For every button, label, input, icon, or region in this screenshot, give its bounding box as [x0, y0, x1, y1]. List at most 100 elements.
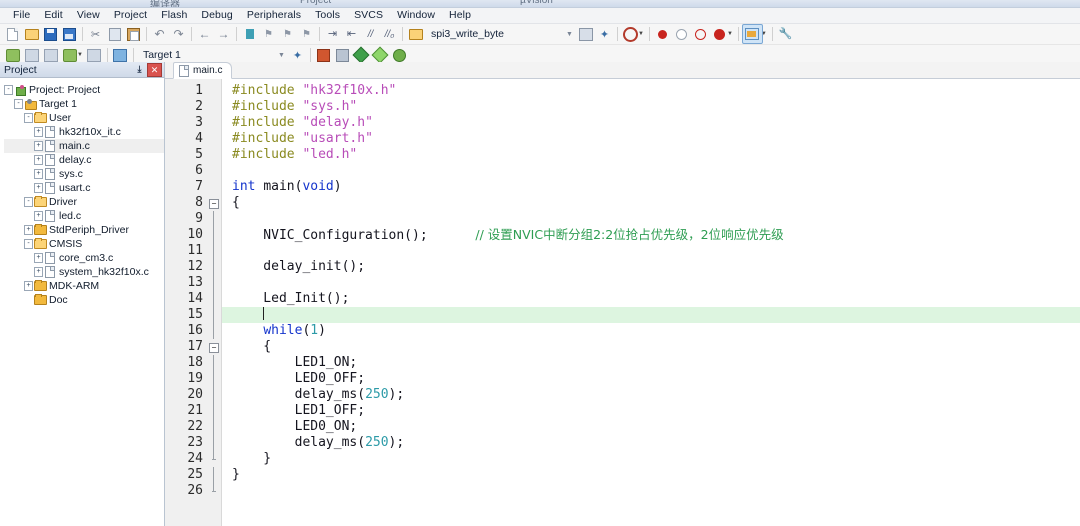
tree-expander[interactable]: -	[24, 237, 33, 251]
code-line[interactable]: LED0_ON;	[222, 419, 1080, 435]
code-line[interactable]	[222, 163, 1080, 179]
tree-expander[interactable]: +	[34, 167, 43, 181]
disable-breakpoint-button[interactable]	[672, 25, 691, 43]
tree-item-system-hk32f10x-c[interactable]: +system_hk32f10x.c	[4, 265, 164, 279]
kill-all-breakpoints-button[interactable]	[691, 25, 710, 43]
code-line[interactable]: LED0_OFF;	[222, 371, 1080, 387]
code-line[interactable]: #include "delay.h"	[222, 115, 1080, 131]
bookmark-toggle-button[interactable]	[240, 25, 259, 43]
navigate-forward-button[interactable]: →	[214, 25, 233, 43]
code-line[interactable]: LED1_ON;	[222, 355, 1080, 371]
code-line[interactable]	[222, 275, 1080, 291]
tree-expander[interactable]: +	[34, 265, 43, 279]
menu-item-view[interactable]: View	[70, 8, 107, 23]
tree-expander[interactable]: +	[34, 153, 43, 167]
code-line[interactable]: delay_ms(250);	[222, 387, 1080, 403]
code-line[interactable]: }	[222, 451, 1080, 467]
tree-item-cmsis[interactable]: -CMSIS	[4, 237, 164, 251]
menu-item-edit[interactable]: Edit	[37, 8, 70, 23]
browse-symbol-button[interactable]	[576, 25, 595, 43]
menu-item-flash[interactable]: Flash	[154, 8, 194, 23]
tree-item-project-project[interactable]: -Project: Project	[4, 83, 164, 97]
tree-item-stdperiph-driver[interactable]: +StdPeriph_Driver	[4, 223, 164, 237]
code-line[interactable]: while(1)	[222, 323, 1080, 339]
open-file-button[interactable]	[22, 25, 41, 43]
target-combo-arrow[interactable]: ▼	[275, 48, 288, 62]
tree-expander[interactable]: -	[4, 83, 13, 97]
tree-item-delay-c[interactable]: +delay.c	[4, 153, 164, 167]
debug-windows-button[interactable]	[742, 24, 763, 44]
tree-expander[interactable]: +	[34, 181, 43, 195]
code-line[interactable]: int main(void)	[222, 179, 1080, 195]
new-file-button[interactable]	[3, 25, 22, 43]
uncomment-button[interactable]: //₀	[380, 25, 399, 43]
undo-button[interactable]: ↶	[150, 25, 169, 43]
tree-expander[interactable]: +	[34, 209, 43, 223]
tree-expander[interactable]: +	[24, 223, 33, 237]
comment-button[interactable]: //	[361, 25, 380, 43]
tree-item-driver[interactable]: -Driver	[4, 195, 164, 209]
target-combo[interactable]: Target 1	[137, 47, 275, 63]
menu-item-file[interactable]: File	[6, 8, 37, 23]
code-line[interactable]: {	[222, 339, 1080, 355]
tab-main-c[interactable]: main.c	[173, 62, 232, 79]
tree-expander[interactable]: -	[14, 97, 23, 111]
function-combo-arrow[interactable]: ▼	[563, 27, 576, 41]
indent-button[interactable]: ⇥	[323, 25, 342, 43]
outdent-button[interactable]: ⇤	[342, 25, 361, 43]
tree-item-core-cm3-c[interactable]: +core_cm3.c	[4, 251, 164, 265]
menu-item-help[interactable]: Help	[442, 8, 478, 23]
code-line[interactable]	[222, 211, 1080, 227]
code-lines[interactable]: #include "hk32f10x.h"#include "sys.h"#in…	[221, 79, 1080, 526]
pin-icon[interactable]: ⤓	[133, 64, 146, 76]
open-project-button[interactable]	[406, 25, 425, 43]
breakpoint-manager-button[interactable]	[710, 25, 729, 43]
tree-item-main-c[interactable]: +main.c	[4, 139, 164, 153]
code-line[interactable]: {	[222, 195, 1080, 211]
find-in-files-button[interactable]	[621, 25, 640, 43]
fold-collapse-icon[interactable]: −	[209, 343, 219, 353]
code-line[interactable]: }	[222, 467, 1080, 483]
bookmark-clear-button[interactable]: ⚑	[297, 25, 316, 43]
code-line[interactable]: delay_init();	[222, 259, 1080, 275]
tree-item-usart-c[interactable]: +usart.c	[4, 181, 164, 195]
tree-expander[interactable]: -	[24, 111, 33, 125]
goto-definition-button[interactable]: ✦	[595, 25, 614, 43]
tree-item-doc[interactable]: Doc	[4, 293, 164, 307]
tree-expander[interactable]: +	[34, 139, 43, 153]
menu-item-svcs[interactable]: SVCS	[347, 8, 390, 23]
menu-item-project[interactable]: Project	[107, 8, 154, 23]
fold-collapse-icon[interactable]: −	[209, 199, 219, 209]
bookmark-prev-button[interactable]: ⚑	[259, 25, 278, 43]
tree-expander[interactable]: -	[24, 195, 33, 209]
tree-expander[interactable]: +	[34, 251, 43, 265]
save-button[interactable]	[41, 25, 60, 43]
tree-item-led-c[interactable]: +led.c	[4, 209, 164, 223]
code-line[interactable]	[222, 307, 1080, 323]
tree-item-sys-c[interactable]: +sys.c	[4, 167, 164, 181]
tree-expander[interactable]: +	[34, 125, 43, 139]
code-line[interactable]: LED1_OFF;	[222, 403, 1080, 419]
project-tree[interactable]: -Project: Project-Target 1-User+hk32f10x…	[0, 78, 164, 526]
insert-breakpoint-button[interactable]	[653, 25, 672, 43]
tree-item-mdk-arm[interactable]: +MDK-ARM	[4, 279, 164, 293]
menu-item-peripherals[interactable]: Peripherals	[240, 8, 308, 23]
code-line[interactable]: Led_Init();	[222, 291, 1080, 307]
bookmark-next-button[interactable]: ⚑	[278, 25, 297, 43]
copy-button[interactable]	[105, 25, 124, 43]
code-editor[interactable]: 1234567891011121314151617181920212223242…	[165, 79, 1080, 526]
code-line[interactable]: #include "usart.h"	[222, 131, 1080, 147]
code-folding-column[interactable]: −−	[207, 79, 221, 526]
cut-button[interactable]: ✂	[86, 25, 105, 43]
tree-expander[interactable]: +	[24, 279, 33, 293]
code-line[interactable]	[222, 483, 1080, 499]
save-all-button[interactable]	[60, 25, 79, 43]
tree-item-target-1[interactable]: -Target 1	[4, 97, 164, 111]
paste-button[interactable]	[124, 25, 143, 43]
navigate-back-button[interactable]: ←	[195, 25, 214, 43]
function-combo[interactable]: spi3_write_byte	[425, 26, 563, 42]
code-line[interactable]: #include "hk32f10x.h"	[222, 83, 1080, 99]
code-line[interactable]: NVIC_Configuration(); // 设置NVIC中断分组2:2位抢…	[222, 227, 1080, 243]
code-line[interactable]: #include "sys.h"	[222, 99, 1080, 115]
code-line[interactable]: delay_ms(250);	[222, 435, 1080, 451]
